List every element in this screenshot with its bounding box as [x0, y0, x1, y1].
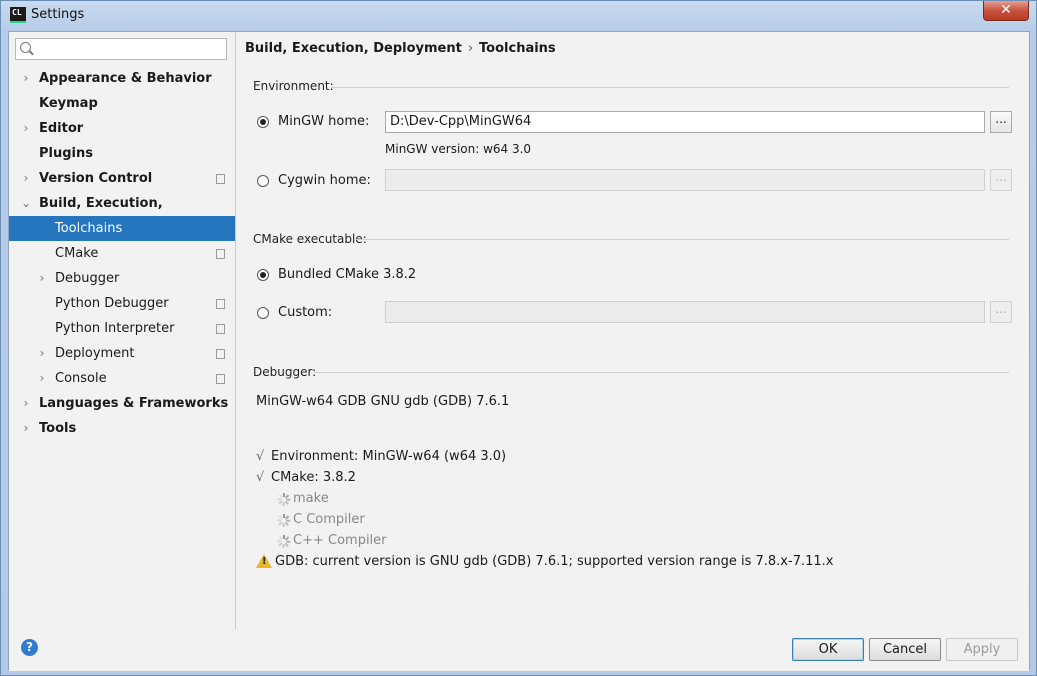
environment-status-text: Environment: MinGW-w64 (w64 3.0) — [271, 449, 507, 464]
sidebar-item-label: Console — [55, 371, 107, 386]
project-level-icon — [214, 172, 225, 184]
cmake-divider — [356, 239, 1009, 240]
sidebar-item-label: Version Control — [39, 171, 153, 186]
custom-cmake-label: Custom: — [278, 305, 333, 320]
custom-cmake-field[interactable] — [385, 301, 985, 323]
settings-window: CL Settings ✕ › Appearance & Behavior Keym… — [0, 0, 1037, 676]
mingw-home-field[interactable]: D:\Dev-Cpp\MinGW64 — [385, 111, 985, 133]
help-icon[interactable]: ? — [21, 639, 38, 656]
debugger-section-title: Debugger: — [253, 365, 317, 379]
sidebar-item-build-execution-deployment[interactable]: ⌄Build, Execution, Deployment — [9, 191, 235, 236]
settings-sidebar: › Appearance & Behavior Keymap › Editor Plugi… — [9, 32, 236, 629]
sidebar-item-label: Keymap — [39, 96, 98, 111]
custom-cmake-radio[interactable] — [257, 307, 269, 319]
sidebar-item-label: Python Debugger — [55, 296, 169, 311]
project-level-icon — [214, 372, 225, 384]
debugger-divider — [314, 372, 1009, 373]
cmake-section-title: CMake executable: — [253, 232, 367, 246]
sidebar-item-label: CMake — [55, 246, 99, 261]
cpp-compiler-spinner-icon — [277, 535, 291, 548]
sidebar-item-python-debugger[interactable]: Python Debugger — [9, 291, 235, 316]
title-bar[interactable]: CL Settings ✕ — [1, 1, 1036, 31]
search-input[interactable] — [15, 38, 227, 60]
dialog-footer: ? OK Cancel Apply — [9, 629, 1029, 671]
cpp-compiler-status-text: C++ Compiler — [293, 533, 387, 548]
clion-app-icon: CL — [10, 7, 26, 23]
bundled-cmake-label: Bundled CMake 3.8.2 — [278, 267, 417, 282]
mingw-version-text: MinGW version: w64 3.0 — [385, 142, 532, 156]
sidebar-item-console[interactable]: › Console — [9, 366, 235, 391]
cygwin-home-field[interactable] — [385, 169, 985, 191]
sidebar-item-label: Languages & Frameworks — [39, 396, 229, 411]
chevron-right-icon[interactable]: › — [21, 116, 31, 141]
mingw-radio[interactable] — [257, 116, 269, 128]
project-level-icon — [214, 297, 225, 309]
project-level-icon — [214, 247, 225, 259]
sidebar-item-label: Plugins — [39, 146, 93, 161]
apply-button[interactable]: Apply — [946, 638, 1018, 661]
gdb-warning-text: GDB: current version is GNU gdb (GDB) 7.… — [275, 554, 834, 569]
dialog-body: › Appearance & Behavior Keymap › Editor Plugi… — [8, 31, 1030, 671]
chevron-right-icon[interactable]: › — [21, 391, 31, 416]
breadcrumb-separator: › — [467, 41, 474, 56]
sidebar-item-label: Editor — [39, 121, 84, 136]
chevron-right-icon[interactable]: › — [21, 416, 31, 441]
environment-check-icon: √ — [256, 449, 265, 464]
cygwin-radio[interactable] — [257, 175, 269, 187]
breadcrumb-parent: Build, Execution, Deployment — [245, 41, 462, 56]
search-icon — [20, 42, 31, 53]
window-title: Settings — [31, 7, 85, 22]
cygwin-label: Cygwin home: — [278, 173, 371, 188]
warning-icon — [256, 554, 272, 568]
sidebar-item-debugger[interactable]: › Debugger — [9, 266, 235, 291]
chevron-right-icon[interactable]: › — [21, 66, 31, 91]
c-compiler-status-text: C Compiler — [293, 512, 365, 527]
sidebar-item-toolchains[interactable]: Toolchains — [9, 216, 235, 241]
custom-cmake-browse-button[interactable]: ... — [990, 301, 1012, 323]
sidebar-item-tools[interactable]: › Tools — [9, 416, 235, 441]
settings-tree: › Appearance & Behavior Keymap › Editor Plugi… — [9, 66, 235, 441]
ok-button[interactable]: OK — [792, 638, 864, 661]
sidebar-item-label: Deployment — [55, 346, 135, 361]
chevron-right-icon[interactable]: › — [37, 341, 47, 366]
cygwin-browse-button[interactable]: ... — [990, 169, 1012, 191]
sidebar-item-label: Toolchains — [55, 221, 123, 236]
sidebar-item-appearance-behavior[interactable]: › Appearance & Behavior — [9, 66, 235, 91]
sidebar-item-python-interpreter[interactable]: Python Interpreter — [9, 316, 235, 341]
cmake-status-text: CMake: 3.8.2 — [271, 470, 356, 485]
sidebar-item-editor[interactable]: › Editor — [9, 116, 235, 141]
bundled-cmake-radio[interactable] — [257, 269, 269, 281]
sidebar-item-label: Appearance & Behavior — [39, 71, 212, 86]
chevron-right-icon[interactable]: › — [37, 266, 47, 291]
make-status-text: make — [293, 491, 329, 506]
sidebar-item-label: Python Interpreter — [55, 321, 175, 336]
sidebar-item-plugins[interactable]: Plugins — [9, 141, 235, 166]
sidebar-item-keymap[interactable]: Keymap — [9, 91, 235, 116]
mingw-browse-button[interactable]: ... — [990, 111, 1012, 133]
make-spinner-icon — [277, 493, 291, 506]
project-level-icon — [214, 347, 225, 359]
c-compiler-spinner-icon — [277, 514, 291, 527]
breadcrumb-current: Toolchains — [479, 41, 556, 56]
environment-section-title: Environment: — [253, 79, 334, 93]
sidebar-item-label: Tools — [39, 421, 77, 436]
sidebar-item-languages-frameworks[interactable]: › Languages & Frameworks — [9, 391, 235, 416]
chevron-right-icon[interactable]: › — [37, 366, 47, 391]
chevron-right-icon[interactable]: › — [21, 166, 31, 191]
project-level-icon — [214, 322, 225, 334]
chevron-down-icon[interactable]: ⌄ — [21, 191, 31, 216]
sidebar-item-cmake[interactable]: CMake — [9, 241, 235, 266]
breadcrumb: Build, Execution, Deployment › Toolchains — [245, 41, 556, 56]
sidebar-item-deployment[interactable]: › Deployment — [9, 341, 235, 366]
debugger-value[interactable]: MinGW-w64 GDB GNU gdb (GDB) 7.6.1 — [256, 394, 509, 409]
cmake-check-icon: √ — [256, 470, 265, 485]
sidebar-item-label: Debugger — [55, 271, 120, 286]
close-button[interactable]: ✕ — [983, 1, 1029, 21]
mingw-label: MinGW home: — [278, 114, 370, 129]
cancel-button[interactable]: Cancel — [869, 638, 941, 661]
toolchains-panel: Build, Execution, Deployment › Toolchains … — [236, 32, 1029, 629]
environment-divider — [331, 87, 1009, 88]
sidebar-item-version-control[interactable]: › Version Control — [9, 166, 235, 191]
